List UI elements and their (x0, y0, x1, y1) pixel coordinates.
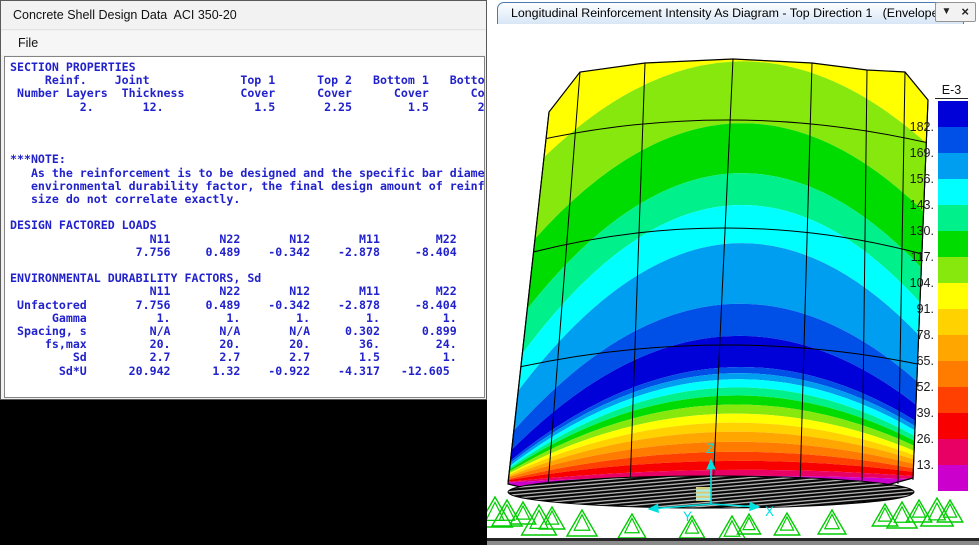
design-window-titlebar[interactable]: Concrete Shell Design Data ACI 350-20 (1, 1, 486, 30)
diagram-window: Z Y X Longitudinal Reinforcement Intensity… (487, 0, 979, 545)
sap2000-workspace: Concrete Shell Design Data ACI 350-20 Fi… (0, 0, 979, 545)
design-window-menubar: File (1, 31, 486, 55)
design-report-area[interactable]: SECTION PROPERTIES Reinf. Joint Top 1 To… (4, 56, 485, 398)
design-window-title: Concrete Shell Design Data ACI 350-20 (13, 1, 237, 30)
diagram-window-controls: ▼ × (935, 2, 977, 22)
tank-3d-view[interactable]: Z Y X (487, 0, 979, 545)
dropdown-arrow-icon[interactable]: ▼ (942, 3, 952, 21)
diagram-tab-bar: Longitudinal Reinforcement Intensity As … (487, 0, 979, 25)
svg-text:X: X (765, 504, 774, 519)
close-icon[interactable]: × (961, 3, 969, 21)
svg-text:Z: Z (706, 441, 714, 456)
design-report-text: SECTION PROPERTIES Reinf. Joint Top 1 To… (5, 57, 484, 378)
diagram-view-tab[interactable]: Longitudinal Reinforcement Intensity As … (497, 2, 964, 24)
menu-file[interactable]: File (11, 31, 45, 55)
design-data-window: Concrete Shell Design Data ACI 350-20 Fi… (0, 0, 487, 400)
window-bottom-edge (487, 538, 979, 545)
svg-text:Y: Y (683, 509, 692, 524)
